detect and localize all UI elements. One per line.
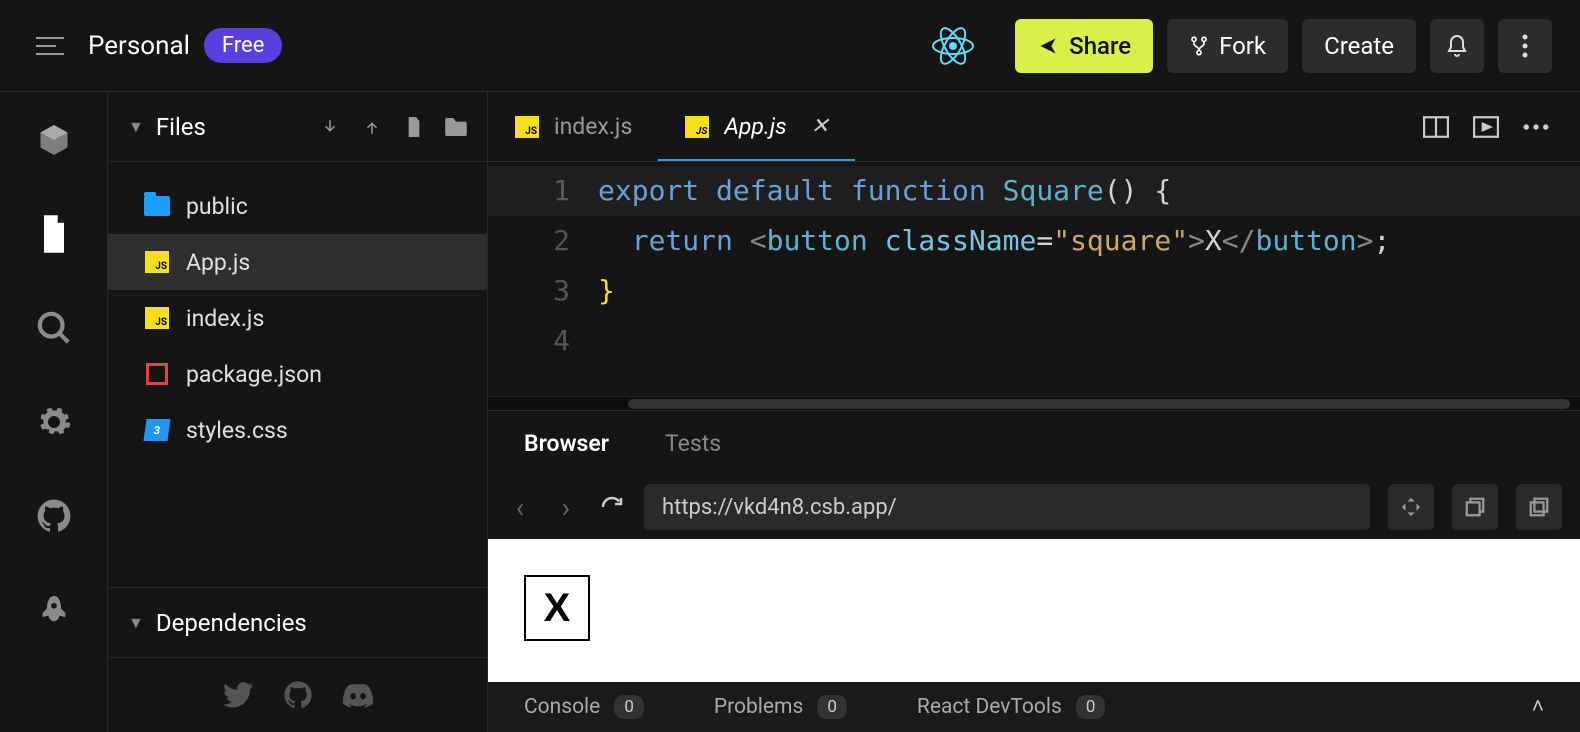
json-icon	[144, 363, 170, 385]
share-button[interactable]: Share	[1015, 19, 1153, 73]
react-logo-icon	[931, 24, 975, 68]
upload-icon[interactable]	[361, 116, 383, 138]
preview-iframe[interactable]: X	[488, 539, 1580, 682]
search-icon[interactable]	[34, 308, 74, 348]
github-icon[interactable]	[34, 496, 74, 536]
create-button[interactable]: Create	[1302, 19, 1416, 73]
twitter-icon[interactable]	[223, 680, 253, 710]
top-bar: Personal Free Share Fork Create	[0, 0, 1580, 92]
fork-label: Fork	[1219, 32, 1266, 60]
url-text: https://vkd4n8.csb.app/	[662, 495, 897, 520]
chevron-down-icon: ▼	[128, 613, 144, 633]
workspace-name[interactable]: Personal	[88, 31, 190, 61]
horizontal-scrollbar[interactable]	[488, 396, 1580, 410]
css-icon: 3	[144, 419, 170, 441]
file-label: public	[186, 193, 248, 220]
more-menu-button[interactable]	[1498, 19, 1552, 73]
js-icon: JS	[514, 116, 540, 138]
discord-icon[interactable]	[343, 680, 373, 710]
new-window-icon[interactable]	[1452, 484, 1498, 530]
files-title: Files	[156, 113, 307, 141]
close-icon[interactable]: ✕	[811, 114, 829, 139]
js-icon: JS	[144, 307, 170, 329]
activity-bar	[0, 92, 108, 732]
download-icon[interactable]	[319, 116, 341, 138]
file-tree: public JS App.js JS index.js package.jso…	[108, 162, 487, 587]
expand-icon[interactable]	[1388, 484, 1434, 530]
tab-problems[interactable]: Problems 0	[714, 695, 847, 719]
chevron-up-icon[interactable]: ˄	[1532, 695, 1544, 719]
settings-icon[interactable]	[34, 402, 74, 442]
bottom-panel-tabs: Console 0 Problems 0 React DevTools 0 ˄	[488, 682, 1580, 732]
fork-button[interactable]: Fork	[1167, 19, 1288, 73]
sandbox-icon[interactable]	[34, 120, 74, 160]
square-button[interactable]: X	[524, 575, 590, 641]
editor-tabs: JS index.js JS App.js ✕	[488, 92, 1580, 162]
file-label: package.json	[186, 361, 322, 388]
editor-area: JS index.js JS App.js ✕	[488, 92, 1580, 732]
explorer-icon[interactable]	[34, 214, 74, 254]
file-label: App.js	[186, 249, 250, 276]
file-styles-css[interactable]: 3 styles.css	[108, 402, 487, 458]
preview-panel: Browser Tests ‹ › https://vkd4n8.csb.app…	[488, 410, 1580, 732]
split-editor-icon[interactable]	[1422, 113, 1450, 141]
chevron-down-icon: ▼	[128, 117, 144, 137]
count-badge: 0	[817, 695, 847, 719]
code-content[interactable]: export default function Square() { retur…	[598, 162, 1580, 396]
files-panel-header[interactable]: ▼ Files	[108, 92, 487, 162]
tab-tests[interactable]: Tests	[665, 430, 721, 457]
tab-browser[interactable]: Browser	[524, 430, 609, 457]
file-package-json[interactable]: package.json	[108, 346, 487, 402]
reload-icon[interactable]	[598, 495, 626, 519]
count-badge: 0	[1076, 695, 1106, 719]
new-folder-icon[interactable]	[445, 116, 467, 138]
count-badge: 0	[614, 695, 644, 719]
share-label: Share	[1069, 32, 1131, 60]
folder-public[interactable]: public	[108, 178, 487, 234]
back-icon[interactable]: ‹	[506, 491, 534, 524]
tab-console[interactable]: Console 0	[524, 695, 644, 719]
deps-panel-header[interactable]: ▼ Dependencies	[108, 588, 487, 658]
js-icon: JS	[684, 116, 710, 138]
tab-label: App.js	[724, 113, 786, 140]
github-social-icon[interactable]	[283, 680, 313, 710]
deps-title: Dependencies	[156, 609, 467, 637]
deploy-icon[interactable]	[34, 590, 74, 630]
js-icon: JS	[144, 251, 170, 273]
folder-icon	[144, 195, 170, 217]
forward-icon[interactable]: ›	[552, 491, 580, 524]
tab-react-devtools[interactable]: React DevTools 0	[917, 695, 1106, 719]
menu-icon[interactable]	[36, 37, 64, 55]
tab-label: index.js	[554, 113, 632, 140]
preview-icon[interactable]	[1472, 113, 1500, 141]
plan-badge[interactable]: Free	[204, 28, 282, 63]
more-horizontal-icon[interactable]	[1522, 113, 1550, 141]
tab-index-js[interactable]: JS index.js	[488, 92, 658, 161]
sidebar: ▼ Files public	[108, 92, 488, 732]
create-label: Create	[1324, 32, 1394, 60]
file-app-js[interactable]: JS App.js	[108, 234, 487, 290]
file-label: index.js	[186, 305, 264, 332]
popout-icon[interactable]	[1516, 484, 1562, 530]
file-label: styles.css	[186, 417, 288, 444]
tab-app-js[interactable]: JS App.js ✕	[658, 92, 855, 161]
file-index-js[interactable]: JS index.js	[108, 290, 487, 346]
notifications-button[interactable]	[1430, 19, 1484, 73]
new-file-icon[interactable]	[403, 116, 425, 138]
code-editor[interactable]: 1 2 3 4 export default function Square()…	[488, 162, 1580, 396]
url-input[interactable]: https://vkd4n8.csb.app/	[644, 484, 1370, 530]
